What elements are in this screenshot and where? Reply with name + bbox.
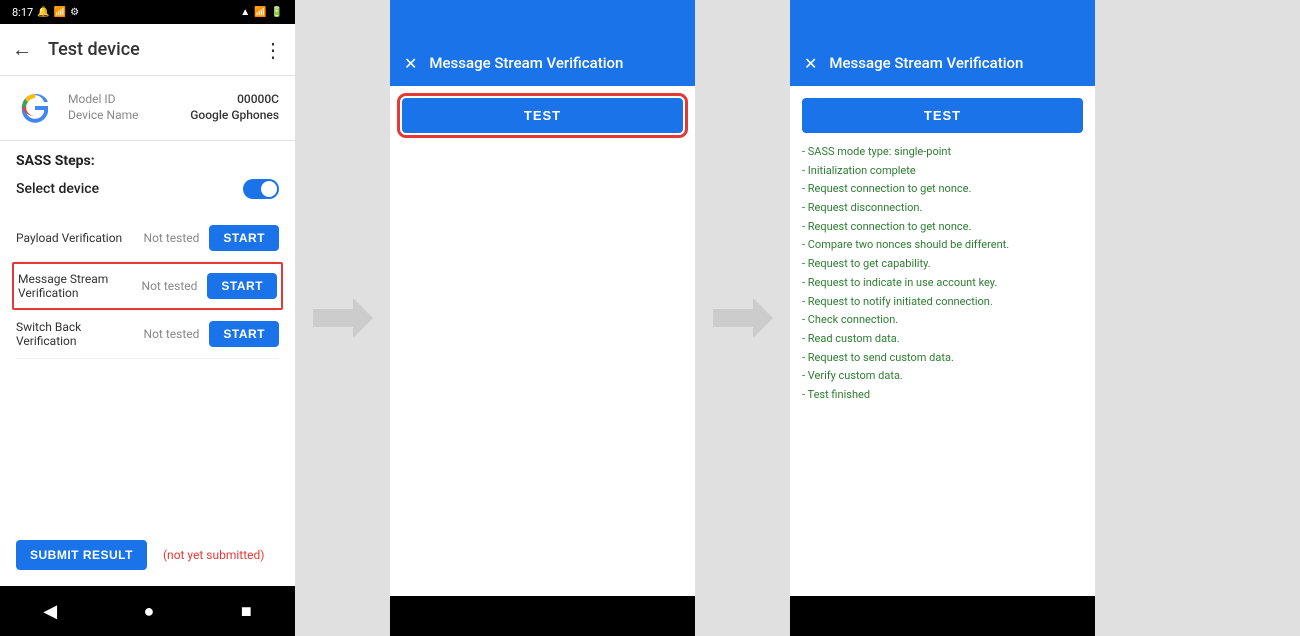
submit-result-button[interactable]: SUBMIT RESULT [16,540,147,570]
device-info-rows: Model ID 00000C Device Name Google Gphon… [68,92,279,124]
payload-verification-row: Payload Verification Not tested START [16,215,279,262]
result-line-item: - SASS mode type: single-point [802,143,1083,162]
message-stream-verification-start-button[interactable]: START [207,273,277,299]
dialog-content-initial: TEST [390,86,695,596]
sass-title: SASS Steps: [16,153,279,169]
dialog-content-completed: TEST - SASS mode type: single-point- Ini… [790,86,1095,596]
result-line-item: - Check connection. [802,311,1083,330]
toolbar-title: Test device [48,39,263,60]
result-line-item: - Test finished [802,386,1083,405]
sass-section: SASS Steps: Select device Payload Verifi… [0,141,295,524]
result-line-item: - Request to notify initiated connection… [802,293,1083,312]
wifi-icon: 📶 [254,7,266,18]
submit-status: (not yet submitted) [163,548,265,562]
more-options-button[interactable]: ⋮ [263,38,283,62]
arrow-head-2 [753,298,773,338]
dialog-header-completed: ✕ Message Stream Verification [790,40,1095,86]
dialog-panel-completed: ✕ Message Stream Verification TEST - SAS… [790,0,1095,636]
switch-back-verification-status: Not tested [144,327,200,341]
notification-icon: 🔔 [37,7,49,18]
payload-verification-status: Not tested [144,231,200,245]
status-left: 8:17 🔔 📶 ⚙ [12,6,79,19]
phone-screen: ← Test device ⋮ Model ID 00000C [0,24,295,586]
arrow-body-2 [713,309,758,327]
model-id-label: Model ID [68,92,115,106]
nav-home-button[interactable]: ● [144,601,155,622]
result-line-item: - Request connection to get nonce. [802,218,1083,237]
switch-back-verification-row: Switch Back Verification Not tested STAR… [16,310,279,359]
select-device-toggle[interactable] [243,179,279,199]
switch-back-verification-label: Switch Back Verification [16,320,144,348]
signal-icon: ▲ [240,7,250,18]
dialog-top-bar-initial [390,0,695,40]
device-info-card: Model ID 00000C Device Name Google Gphon… [0,76,295,141]
result-line-item: - Initialization complete [802,162,1083,181]
test-button-completed[interactable]: TEST [802,98,1083,133]
back-button[interactable]: ← [12,37,32,62]
arrow-body-1 [313,309,358,327]
message-stream-verification-status: Not tested [142,279,198,293]
result-line-item: - Request to get capability. [802,255,1083,274]
model-id-value: 00000C [237,92,279,106]
result-line-item: - Request to send custom data. [802,349,1083,368]
device-name-value: Google Gphones [190,108,279,122]
arrow-head-1 [353,298,373,338]
result-line-item: - Request disconnection. [802,199,1083,218]
phone-panel: 8:17 🔔 📶 ⚙ ▲ 📶 🔋 ← Test device ⋮ [0,0,295,636]
dialog-bottom-bar-completed [790,596,1095,636]
payload-verification-start-button[interactable]: START [209,225,279,251]
message-stream-verification-row: Message StreamVerification Not tested ST… [12,262,283,310]
status-bar: 8:17 🔔 📶 ⚙ ▲ 📶 🔋 [0,0,295,24]
dialog-header-initial: ✕ Message Stream Verification [390,40,695,86]
dialog-close-button-initial[interactable]: ✕ [404,54,417,73]
device-name-label: Device Name [68,108,139,122]
arrow-section-2 [695,0,790,636]
arrow-2 [713,298,773,338]
dialog-screen-initial: ✕ Message Stream Verification TEST [390,0,695,636]
result-line-item: - Request connection to get nonce. [802,180,1083,199]
sim-icon: 📶 [54,7,66,18]
switch-back-verification-start-button[interactable]: START [209,321,279,347]
settings-icon: ⚙ [70,7,79,18]
result-line-item: - Compare two nonces should be different… [802,236,1083,255]
nav-bar: ◀ ● ■ [0,586,295,636]
payload-verification-label: Payload Verification [16,231,144,245]
arrow-section-1 [295,0,390,636]
time-display: 8:17 [12,6,33,19]
result-line-item: - Request to indicate in use account key… [802,274,1083,293]
dialog-screen-completed: ✕ Message Stream Verification TEST - SAS… [790,0,1095,636]
submit-section: SUBMIT RESULT (not yet submitted) [0,524,295,586]
device-name-row: Device Name Google Gphones [68,108,279,122]
message-stream-verification-label: Message StreamVerification [18,272,142,300]
dialog-panel-initial: ✕ Message Stream Verification TEST [390,0,695,636]
device-logo [16,88,56,128]
nav-recents-button[interactable]: ■ [241,601,252,622]
result-line-item: - Verify custom data. [802,367,1083,386]
nav-back-button[interactable]: ◀ [43,601,57,622]
select-device-row: Select device [16,179,279,199]
dialog-title-initial: Message Stream Verification [429,54,623,72]
battery-icon: 🔋 [271,7,283,18]
result-log: - SASS mode type: single-point- Initiali… [802,143,1083,405]
dialog-bottom-bar-initial [390,596,695,636]
dialog-close-button-completed[interactable]: ✕ [804,54,817,73]
dialog-title-completed: Message Stream Verification [829,54,1023,72]
status-right: ▲ 📶 🔋 [240,7,283,18]
result-line-item: - Read custom data. [802,330,1083,349]
app-toolbar: ← Test device ⋮ [0,24,295,76]
test-button-initial[interactable]: TEST [402,98,683,133]
arrow-1 [313,298,373,338]
model-id-row: Model ID 00000C [68,92,279,106]
select-device-label: Select device [16,181,99,197]
dialog-top-bar-completed [790,0,1095,40]
